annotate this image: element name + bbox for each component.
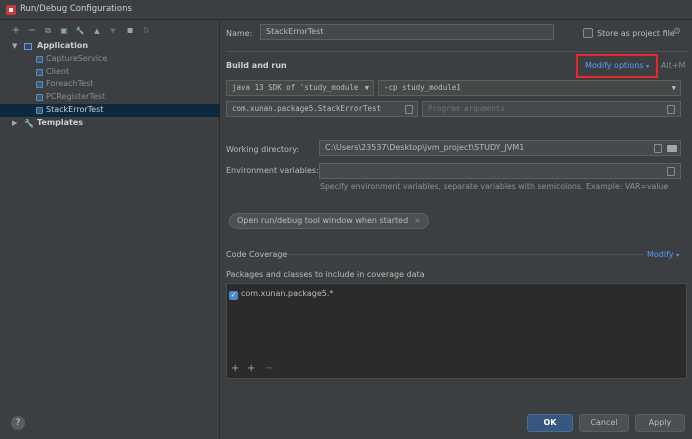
jre-select[interactable]: java 13 SDK of 'study_module ▼ xyxy=(226,80,374,96)
class-icon xyxy=(36,94,43,102)
tree-item[interactable]: ForeachTest xyxy=(0,78,220,91)
gear-icon[interactable]: ⚙ xyxy=(673,27,681,37)
program-arguments-placeholder: Program arguments xyxy=(428,104,505,113)
main-class-value: com.xunan.package5.StackErrorTest xyxy=(232,104,382,113)
tree-item-selected[interactable]: StackErrorTest xyxy=(0,103,220,117)
remove-configuration-icon[interactable]: − xyxy=(26,25,38,37)
browse-icon[interactable] xyxy=(405,105,413,114)
tree-item-label: ForeachTest xyxy=(46,79,94,89)
highlight-box xyxy=(576,54,658,78)
tree-item[interactable]: CaptureService xyxy=(0,53,220,66)
class-icon xyxy=(36,55,43,63)
name-label: Name: xyxy=(226,29,253,38)
configurations-sidebar: + − ⧉ ▣ 🔧 ▲ ▼ ▪ ⇅ ▼ Application CaptureS… xyxy=(0,20,220,439)
edit-variables-icon[interactable] xyxy=(667,167,675,176)
tree-item[interactable]: Client xyxy=(0,66,220,79)
chevron-down-icon: ▾ xyxy=(676,252,680,259)
list-item[interactable]: ✓ com.xunan.package5.* xyxy=(229,289,333,300)
coverage-modify-link[interactable]: Modify ▾ xyxy=(647,250,679,259)
coverage-modify-label: Modify xyxy=(647,250,674,259)
sort-icon[interactable]: ⇅ xyxy=(140,25,152,37)
macro-icon[interactable] xyxy=(654,144,662,153)
save-configuration-icon[interactable]: ▣ xyxy=(58,25,70,37)
packages-label: Packages and classes to include in cover… xyxy=(226,270,425,279)
program-arguments-input[interactable]: Program arguments xyxy=(422,101,681,117)
tree-group-label: Templates xyxy=(37,117,84,127)
copy-configuration-icon[interactable]: ⧉ xyxy=(42,25,54,37)
jre-select-value: java 13 SDK of 'study_module xyxy=(232,83,359,92)
chevron-down-icon: ▼ xyxy=(364,84,369,92)
app-icon xyxy=(6,5,16,15)
working-directory-value: C:\Users\23537\Desktop\jvm_project\STUDY… xyxy=(325,143,525,152)
window-title: Run/Debug Configurations xyxy=(20,4,132,14)
add-class-icon[interactable]: + xyxy=(231,363,239,374)
section-build-run: Build and run xyxy=(226,61,287,70)
tree-item-label: StackErrorTest xyxy=(46,104,104,114)
main-class-input[interactable]: com.xunan.package5.StackErrorTest xyxy=(226,101,418,117)
edit-templates-icon[interactable]: 🔧 xyxy=(74,25,86,37)
title-bar: Run/Debug Configurations xyxy=(0,0,692,20)
tree-group-application[interactable]: ▼ Application xyxy=(0,40,220,53)
package-item-label: com.xunan.package5.* xyxy=(241,289,334,298)
tree-item[interactable]: PCRegisterTest xyxy=(0,91,220,104)
modify-options-shortcut: Alt+M xyxy=(661,61,686,70)
store-as-project-label[interactable]: Store as project file xyxy=(597,29,675,38)
store-as-project-checkbox[interactable] xyxy=(583,28,593,38)
coverage-packages-list[interactable]: ✓ com.xunan.package5.* + + − xyxy=(226,283,687,379)
tree-group-label: Application xyxy=(37,41,89,50)
tree-item-label: Client xyxy=(46,66,70,76)
divider xyxy=(288,254,644,255)
application-icon xyxy=(24,43,32,50)
chevron-down-icon: ▼ xyxy=(671,84,676,92)
open-tool-window-chip[interactable]: Open run/debug tool window when started × xyxy=(229,213,429,229)
configuration-editor: Name: StackErrorTest Store as project fi… xyxy=(11,20,692,439)
classpath-select-value: -cp study_module1 xyxy=(384,83,461,92)
remove-icon[interactable]: − xyxy=(265,363,273,374)
add-configuration-icon[interactable]: + xyxy=(10,25,22,37)
cancel-button[interactable]: Cancel xyxy=(579,414,629,432)
checkbox-checked-icon[interactable]: ✓ xyxy=(229,291,238,300)
divider xyxy=(226,51,688,52)
class-icon xyxy=(36,68,43,76)
tree-group-templates[interactable]: ▶ 🔧 Templates xyxy=(0,117,220,130)
apply-button[interactable]: Apply xyxy=(635,414,685,432)
working-directory-label: Working directory: xyxy=(226,145,300,154)
close-icon[interactable]: × xyxy=(414,216,421,225)
new-folder-icon[interactable]: ▪ xyxy=(124,25,136,37)
ok-button[interactable]: OK xyxy=(527,414,573,432)
folder-icon[interactable] xyxy=(667,145,677,152)
working-directory-input[interactable]: C:\Users\23537\Desktop\jvm_project\STUDY… xyxy=(319,140,681,156)
environment-variables-input[interactable] xyxy=(319,163,681,179)
expand-icon[interactable] xyxy=(667,105,675,114)
name-input[interactable]: StackErrorTest xyxy=(260,24,554,40)
move-down-icon[interactable]: ▼ xyxy=(107,25,119,37)
move-up-icon[interactable]: ▲ xyxy=(91,25,103,37)
environment-variables-hint: Specify environment variables, separate … xyxy=(320,182,669,191)
configuration-tree: ▼ Application CaptureService Client Fore… xyxy=(0,40,220,130)
tree-item-label: PCRegisterTest xyxy=(46,92,106,102)
class-icon xyxy=(36,106,43,114)
add-package-icon[interactable]: + xyxy=(247,363,255,374)
chip-label: Open run/debug tool window when started xyxy=(237,216,409,225)
tree-item-label: CaptureService xyxy=(46,53,108,63)
chevron-right-icon[interactable]: ▶ xyxy=(12,117,17,130)
class-icon xyxy=(36,81,43,89)
help-icon[interactable]: ? xyxy=(11,416,25,430)
chevron-down-icon[interactable]: ▼ xyxy=(12,40,17,53)
code-coverage-label: Code Coverage xyxy=(226,250,288,259)
wrench-icon: 🔧 xyxy=(24,118,34,128)
classpath-select[interactable]: -cp study_module1 ▼ xyxy=(378,80,681,96)
environment-variables-label: Environment variables: xyxy=(226,166,319,175)
